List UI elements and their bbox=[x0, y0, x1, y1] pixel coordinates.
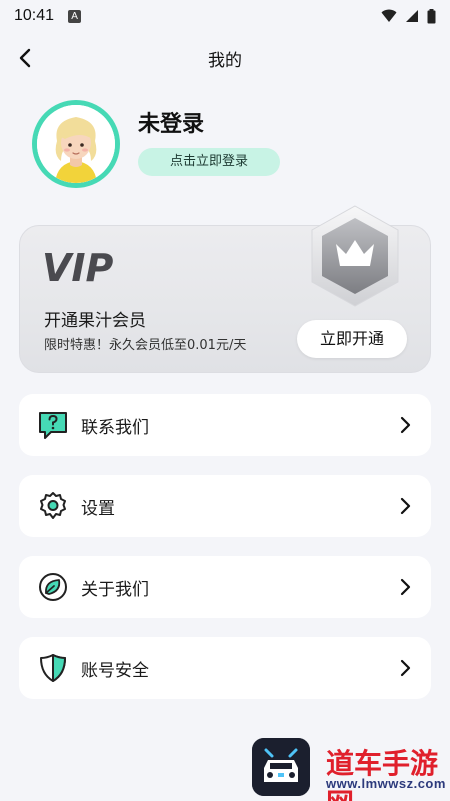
status-bar: 10:41 A bbox=[0, 0, 450, 32]
menu-item-label: 设置 bbox=[81, 498, 115, 519]
watermark-url: www.lmwwsz.com bbox=[326, 776, 446, 791]
vip-logo: VIP bbox=[42, 248, 114, 288]
vip-subtitle: 限时特惠！永久会员低至0.01元/天 bbox=[44, 338, 247, 353]
vip-title: 开通果汁会员 bbox=[44, 311, 146, 331]
vip-card[interactable]: VIP 开通果汁会员 限时特惠！永久会员低至0.01元/天 立即开通 bbox=[19, 205, 431, 373]
menu-item-label: 联系我们 bbox=[81, 417, 149, 438]
username-label: 未登录 bbox=[138, 112, 205, 137]
page-title: 我的 bbox=[208, 50, 242, 71]
avatar[interactable] bbox=[32, 100, 120, 188]
nav-bar: 我的 bbox=[0, 38, 450, 78]
menu-item-label: 关于我们 bbox=[81, 579, 149, 600]
watermark-text: 道车手游网 bbox=[326, 747, 439, 801]
gear-icon bbox=[40, 492, 66, 519]
menu-item-account-security[interactable]: 账号安全 bbox=[19, 637, 431, 699]
car-icon bbox=[252, 738, 310, 796]
status-icons bbox=[381, 8, 436, 24]
chevron-right-icon bbox=[400, 497, 411, 515]
notification-icon: A bbox=[68, 9, 82, 23]
chevron-right-icon bbox=[400, 416, 411, 434]
avatar-girl-icon bbox=[37, 105, 115, 183]
chevron-right-icon bbox=[400, 578, 411, 596]
leaf-icon bbox=[39, 573, 67, 601]
watermark: 道车手游网 www.lmwwsz.com bbox=[250, 738, 450, 801]
signal-icon bbox=[406, 10, 418, 22]
login-button[interactable]: 点击立即登录 bbox=[138, 148, 280, 176]
menu-item-label: 账号安全 bbox=[81, 660, 149, 681]
menu-item-settings[interactable]: 设置 bbox=[19, 475, 431, 537]
menu-item-contact-us[interactable]: 联系我们 bbox=[19, 394, 431, 456]
crown-badge-icon bbox=[311, 205, 399, 307]
menu-item-about-us[interactable]: 关于我们 bbox=[19, 556, 431, 618]
chat-question-icon bbox=[39, 412, 67, 439]
status-time: 10:41 bbox=[14, 7, 55, 24]
back-arrow-icon[interactable] bbox=[14, 46, 38, 70]
battery-icon bbox=[427, 8, 436, 23]
vip-open-button[interactable]: 立即开通 bbox=[297, 320, 407, 358]
wifi-icon bbox=[381, 9, 397, 22]
profile-section: 未登录 点击立即登录 bbox=[32, 100, 432, 190]
watermark-logo bbox=[252, 738, 310, 796]
vip-logo-text: VIP bbox=[42, 248, 114, 288]
chevron-right-icon bbox=[400, 659, 411, 677]
shield-icon bbox=[40, 654, 66, 682]
